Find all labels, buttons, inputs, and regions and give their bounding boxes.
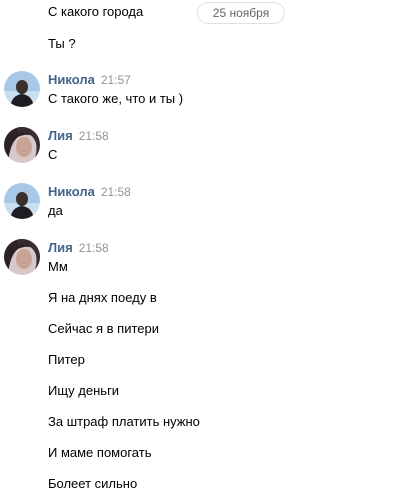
message-time[interactable]: 21:58 [79,129,109,143]
avatar-nikola[interactable] [4,183,40,219]
avatar-liya[interactable] [4,127,40,163]
message-text: да [48,203,63,218]
author-name[interactable]: Лия [48,128,73,143]
user-avatar-photo-icon [4,127,40,163]
message-text: Болеет сильно [48,476,138,491]
message-text: И маме помогать [48,445,152,460]
author-name[interactable]: Лия [48,240,73,255]
message-text: Ищу деньги [48,383,120,398]
message-text: Мм [48,259,68,274]
user-avatar-photo-icon [4,183,40,219]
author-name[interactable]: Никола [48,72,95,87]
message-text: За штраф платить нужно [48,414,200,429]
message-time[interactable]: 21:57 [101,73,131,87]
message-text: Сейчас я в питери [48,321,159,336]
message-text: С такого же, что и ты ) [48,91,184,106]
user-avatar-photo-icon [4,239,40,275]
user-avatar-photo-icon [4,71,40,107]
message-text: Я на днях поеду в [48,290,157,305]
chat-history: С какого города 25 ноября Ты ? Никола 21:… [0,0,404,502]
message-text: Ты ? [48,36,76,51]
message-header: Никола 21:58 [48,184,131,200]
date-separator: 25 ноября [197,2,285,24]
message-header: Лия 21:58 [48,128,109,144]
message-time[interactable]: 21:58 [101,185,131,199]
avatar-liya[interactable] [4,239,40,275]
message-text: С [48,147,58,162]
author-name[interactable]: Никола [48,184,95,199]
message-header: Лия 21:58 [48,240,109,256]
message-time[interactable]: 21:58 [79,241,109,255]
message-text: С какого города [48,4,144,19]
avatar-nikola[interactable] [4,71,40,107]
message-header: Никола 21:57 [48,72,131,88]
message-text: Питер [48,352,85,367]
